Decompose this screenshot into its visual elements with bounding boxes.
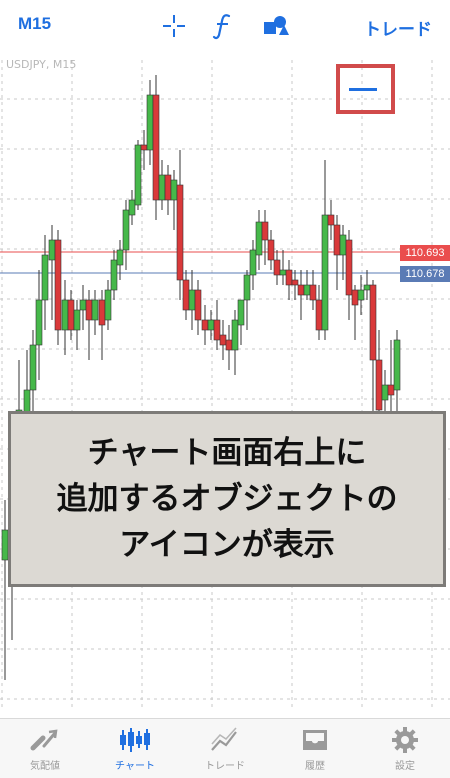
settings-icon bbox=[388, 725, 422, 755]
candle-body bbox=[48, 239, 56, 261]
candle-body bbox=[267, 239, 275, 261]
candle-body bbox=[188, 289, 196, 311]
caption-line-1: チャート画面右上に bbox=[87, 435, 367, 471]
crosshair-icon[interactable] bbox=[160, 12, 188, 40]
candle-body bbox=[291, 279, 299, 286]
objects-icon[interactable] bbox=[262, 12, 290, 40]
tab-history[interactable]: 履歴 bbox=[270, 719, 360, 778]
candle-body bbox=[219, 334, 227, 346]
tab-label: 履歴 bbox=[305, 761, 325, 772]
candle-body bbox=[158, 174, 166, 201]
tab-quotes[interactable]: 気配値 bbox=[0, 719, 90, 778]
tab-chart[interactable]: チャート bbox=[90, 719, 180, 778]
candle-body bbox=[207, 319, 215, 331]
candle-body bbox=[134, 144, 142, 206]
candle-body bbox=[363, 284, 371, 291]
candle-body bbox=[387, 384, 395, 396]
candle-body bbox=[98, 299, 106, 326]
candle-body bbox=[279, 269, 287, 276]
chart-icon bbox=[118, 725, 152, 755]
horizontal-line-object-icon[interactable] bbox=[349, 88, 377, 91]
candle-body bbox=[213, 319, 221, 341]
candle-body bbox=[85, 299, 93, 321]
quotes-icon bbox=[28, 725, 62, 755]
candle-body bbox=[285, 269, 293, 286]
candle-body bbox=[176, 184, 184, 281]
candle-body bbox=[333, 224, 341, 256]
candle-body bbox=[54, 239, 62, 331]
candle-body bbox=[116, 249, 124, 266]
candle-body bbox=[152, 94, 160, 201]
bottom-tab-bar: 気配値 チャート トレード 履歴 設定 bbox=[0, 718, 450, 778]
candle-body bbox=[79, 299, 87, 311]
caption-line-3: アイコンが表示 bbox=[119, 527, 335, 563]
candle-body bbox=[327, 214, 335, 226]
candle-body bbox=[315, 299, 323, 331]
candle-body bbox=[321, 214, 329, 331]
candle-body bbox=[249, 249, 257, 276]
function-icon[interactable] bbox=[209, 12, 237, 40]
candle-body bbox=[339, 234, 347, 256]
tab-label: 設定 bbox=[395, 761, 415, 772]
candle-body bbox=[297, 284, 305, 296]
candle-body bbox=[91, 299, 99, 321]
candle-body bbox=[303, 284, 311, 296]
tab-trade[interactable]: トレード bbox=[180, 719, 270, 778]
top-toolbar: M15 トレード bbox=[0, 0, 450, 52]
candle-body bbox=[41, 254, 49, 301]
candle-body bbox=[194, 289, 202, 321]
candle-body bbox=[164, 174, 172, 201]
candle-body bbox=[128, 199, 136, 216]
candle-body bbox=[369, 284, 377, 361]
candles bbox=[1, 75, 401, 680]
candle-body bbox=[261, 221, 269, 241]
tab-label: トレード bbox=[205, 761, 245, 772]
candle-body bbox=[381, 384, 389, 401]
candle-body bbox=[237, 299, 245, 326]
candle-body bbox=[170, 179, 178, 201]
trade-button[interactable]: トレード bbox=[364, 15, 432, 40]
candle-body bbox=[73, 309, 81, 331]
price-tag-bid: 110.693 bbox=[400, 245, 450, 261]
tab-settings[interactable]: 設定 bbox=[360, 719, 450, 778]
candle-body bbox=[110, 259, 118, 291]
candle-body bbox=[345, 239, 353, 296]
candle-body bbox=[35, 299, 43, 346]
candle-body bbox=[255, 221, 263, 256]
caption-line-2: 追加するオブジェクトの bbox=[56, 481, 398, 517]
candle-body bbox=[29, 344, 37, 391]
candle-body bbox=[243, 274, 251, 301]
candle-body bbox=[225, 339, 233, 351]
candle-body bbox=[140, 144, 148, 151]
candle-body bbox=[351, 289, 359, 306]
price-chart[interactable] bbox=[0, 52, 450, 718]
candle-body bbox=[357, 289, 365, 301]
tab-label: 気配値 bbox=[30, 761, 60, 772]
history-icon bbox=[298, 725, 332, 755]
candle-body bbox=[309, 284, 317, 301]
candle-body bbox=[393, 339, 401, 391]
candle-body bbox=[182, 279, 190, 311]
candle-body bbox=[273, 259, 281, 276]
candle-body bbox=[201, 319, 209, 331]
symbol-label: USDJPY, M15 bbox=[6, 58, 77, 71]
candle-body bbox=[146, 94, 154, 151]
trade-icon bbox=[208, 725, 242, 755]
candle-body bbox=[122, 209, 130, 251]
tab-label: チャート bbox=[115, 761, 155, 772]
candle-body bbox=[375, 359, 383, 411]
caption-box: チャート画面右上に 追加するオブジェクトの アイコンが表示 bbox=[8, 411, 446, 587]
candle-body bbox=[67, 299, 75, 331]
candle-body bbox=[231, 319, 239, 351]
timeframe-button[interactable]: M15 bbox=[18, 14, 51, 34]
price-tag-ask: 110.678 bbox=[400, 266, 450, 282]
candle-body bbox=[61, 299, 69, 331]
candle-body bbox=[104, 289, 112, 321]
